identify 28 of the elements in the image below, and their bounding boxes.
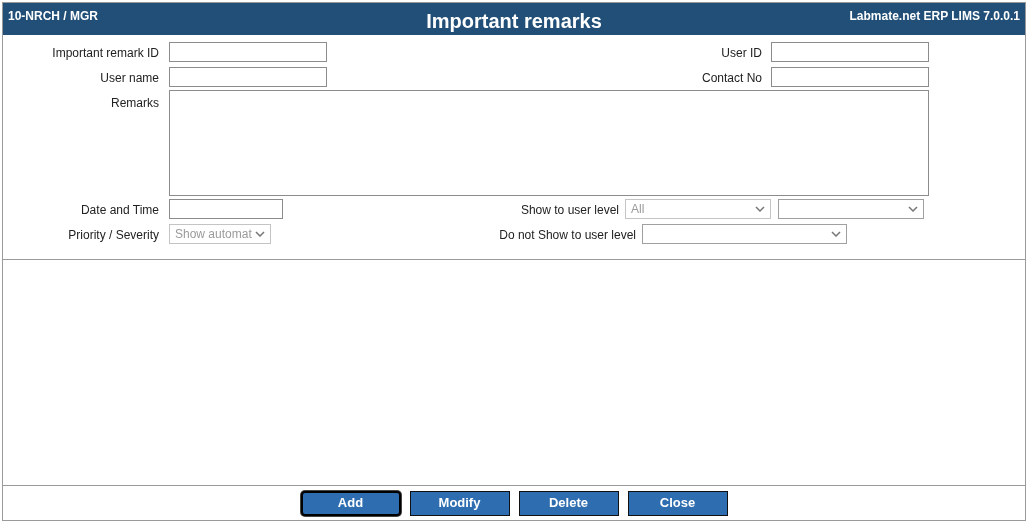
field-label: Contact No [701,71,762,85]
field-label: Important remark ID [52,46,159,60]
remarks-textarea[interactable] [169,90,929,196]
input-field[interactable] [169,199,283,219]
action-button[interactable]: Modify [409,490,510,516]
chevron-down-icon [255,231,265,237]
input-field[interactable] [169,67,327,87]
field-label: Priority / Severity [68,228,159,242]
field-label: Remarks [111,96,159,110]
chevron-down-icon [831,231,841,237]
product-label: Labmate.net ERP LIMS 7.0.0.1 [849,8,1020,25]
input-field[interactable] [169,42,327,62]
input-field[interactable] [771,67,929,87]
action-button[interactable]: Add [300,490,401,516]
input-field[interactable] [771,42,929,62]
action-button[interactable]: Close [627,490,728,516]
chevron-down-icon [755,206,765,212]
field-label: User ID [721,46,762,60]
chevron-down-icon [908,206,918,212]
field-label: Show to user level [520,203,619,217]
dropdown[interactable] [642,224,847,244]
window-title: Important remarks [426,9,602,34]
dropdown[interactable] [778,199,924,219]
field-label: User name [100,71,159,85]
field-label: Date and Time [80,203,159,217]
action-button[interactable]: Delete [518,490,619,516]
context-label: 10-NRCH / MGR [8,8,98,25]
field-label: Do not Show to user level [499,228,636,242]
